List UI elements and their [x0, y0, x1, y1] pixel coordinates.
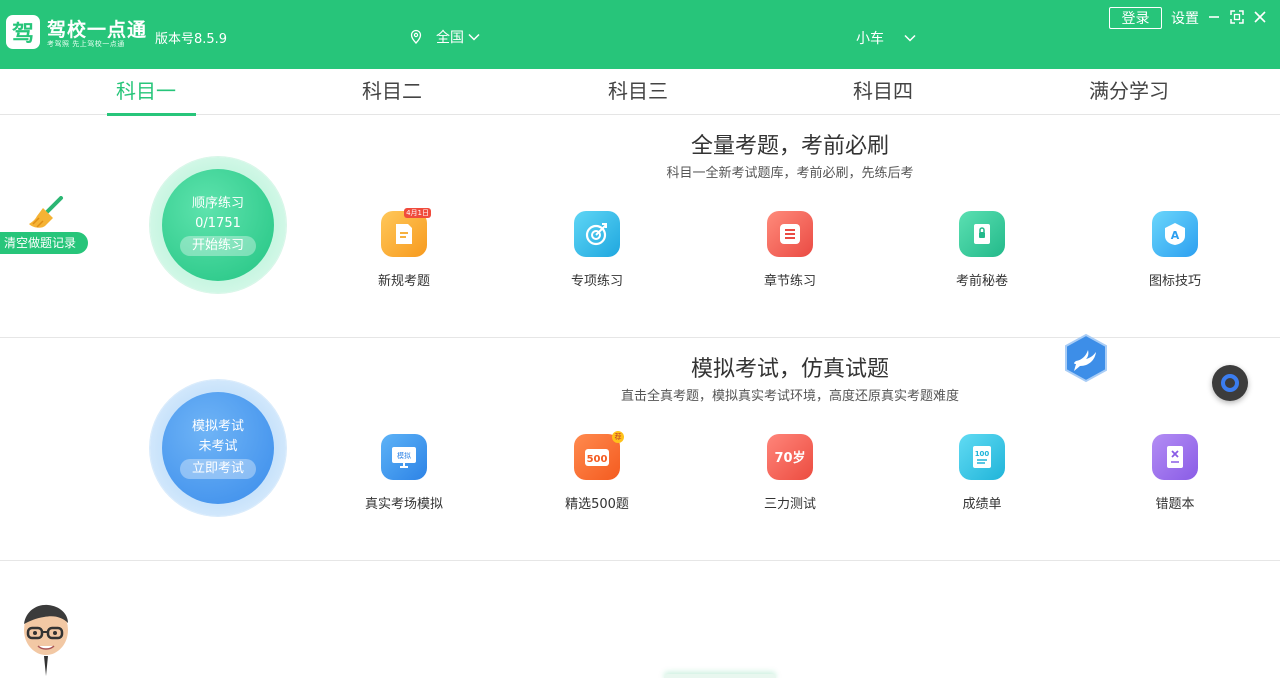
feature-new-rules[interactable]: 4月1日 新规考题 — [354, 208, 454, 289]
fullscreen-icon[interactable] — [1229, 9, 1245, 25]
list-icon — [767, 211, 813, 257]
clear-record-button[interactable]: 清空做题记录 — [0, 232, 88, 254]
exam-subtitle: 直击全真考题，模拟真实考试环境，高度还原真实考题难度 — [620, 389, 959, 404]
app-logo: 驾 — [6, 15, 40, 49]
vehicle-label: 小车 — [856, 31, 884, 47]
tab-subject-2[interactable]: 科目二 — [322, 69, 462, 115]
broom-icon — [29, 196, 63, 228]
doc-icon: 4月1日 — [381, 208, 431, 257]
bottom-section-edge — [664, 674, 776, 678]
bird-float-icon[interactable] — [1063, 333, 1109, 383]
svg-text:100: 100 — [975, 450, 990, 458]
feature-label: 章节练习 — [763, 274, 816, 289]
date-badge: 4月1日 — [404, 208, 431, 218]
feature-label: 新规考题 — [377, 274, 430, 289]
feature-label: 图标技巧 — [1148, 274, 1201, 289]
feature-label: 三力测试 — [763, 497, 816, 512]
tab-subject-3[interactable]: 科目三 — [568, 69, 708, 115]
title-bar: 驾 驾校一点通 考驾照 先上驾校一点通 版本号8.5.9 全国 小车 登录 设置 — [0, 0, 1280, 69]
feature-label: 真实考场模拟 — [364, 497, 443, 512]
monitor-icon: 模拟 — [381, 434, 427, 480]
feature-three-ability-test[interactable]: 70岁 三力测试 — [740, 434, 840, 512]
svg-text:模拟: 模拟 — [397, 451, 411, 460]
tab-subject-4[interactable]: 科目四 — [813, 69, 953, 115]
sequential-practice-circle[interactable]: 顺序练习 0/1751 开始练习 — [150, 157, 286, 293]
assistant-float-button[interactable] — [1212, 365, 1248, 401]
feature-score-card[interactable]: 100 成绩单 — [932, 434, 1032, 512]
feature-secret-paper[interactable]: 考前秘卷 — [932, 211, 1032, 289]
chevron-down-icon — [904, 34, 916, 42]
feature-label: 专项练习 — [570, 274, 623, 289]
progress-count: 0/1751 — [195, 216, 241, 231]
wrong-book-icon — [1152, 434, 1198, 480]
start-practice-button[interactable]: 开始练习 — [179, 236, 256, 256]
region-selector[interactable]: 全国 — [408, 27, 480, 47]
tab-full-score[interactable]: 满分学习 — [1059, 69, 1199, 115]
brand-name: 驾校一点通 — [47, 19, 148, 41]
exam-status: 未考试 — [198, 439, 238, 454]
feature-sign-tips[interactable]: A 图标技巧 — [1125, 211, 1225, 289]
sequential-practice-inner: 顺序练习 0/1751 开始练习 — [162, 169, 274, 281]
mock-exam-inner: 模拟考试 未考试 立即考试 — [162, 392, 274, 504]
feature-label: 成绩单 — [962, 497, 1002, 512]
close-icon[interactable] — [1252, 9, 1268, 25]
svg-text:500: 500 — [587, 454, 608, 465]
feature-label: 精选500题 — [565, 497, 629, 512]
feature-selected-500[interactable]: 500 荐 精选500题 — [547, 431, 647, 512]
mock-exam-circle[interactable]: 模拟考试 未考试 立即考试 — [150, 380, 286, 516]
secret-paper-icon — [959, 211, 1005, 257]
sign-icon: A — [1152, 211, 1198, 257]
vehicle-selector[interactable]: 小车 — [856, 28, 916, 48]
practice-subtitle: 科目一全新考试题库，考前必刷，先练后考 — [666, 166, 914, 181]
brand-slogan: 考驾照 先上驾校一点通 — [47, 40, 125, 48]
logo-char: 驾 — [11, 22, 34, 47]
version-label: 版本号8.5.9 — [155, 32, 228, 47]
tab-subject-1[interactable]: 科目一 — [76, 69, 216, 116]
feature-chapter-practice[interactable]: 章节练习 — [740, 211, 840, 289]
500-icon: 500 荐 — [574, 431, 624, 480]
svg-text:70岁: 70岁 — [774, 450, 805, 466]
age70-icon: 70岁 — [767, 434, 813, 480]
score-card-icon: 100 — [959, 434, 1005, 480]
feature-wrong-book[interactable]: 错题本 — [1125, 434, 1225, 512]
feature-label: 错题本 — [1155, 497, 1195, 512]
target-icon — [574, 211, 620, 257]
region-label: 全国 — [436, 30, 464, 46]
teacher-avatar[interactable] — [16, 602, 76, 678]
chevron-down-icon — [468, 33, 480, 41]
ring-icon — [1221, 374, 1239, 392]
login-button[interactable]: 登录 — [1109, 7, 1162, 29]
subject-tabs: 科目一 科目二 科目三 科目四 满分学习 — [0, 69, 1280, 116]
circle-title: 模拟考试 — [191, 419, 244, 434]
feature-real-exam-sim[interactable]: 模拟 真实考场模拟 — [354, 434, 454, 512]
minimize-icon[interactable] — [1206, 9, 1222, 25]
exam-title: 模拟考试，仿真试题 — [690, 357, 889, 382]
start-exam-button[interactable]: 立即考试 — [179, 459, 256, 479]
settings-button[interactable]: 设置 — [1171, 8, 1199, 28]
recommend-badge: 荐 — [612, 431, 624, 443]
location-pin-icon — [410, 29, 422, 44]
practice-title: 全量考题，考前必刷 — [690, 134, 889, 159]
circle-title: 顺序练习 — [191, 196, 244, 211]
feature-label: 考前秘卷 — [955, 274, 1008, 289]
practice-section: 全量考题，考前必刷 科目一全新考试题库，考前必刷，先练后考 顺序练习 0/175… — [0, 115, 1280, 338]
svg-text:A: A — [1171, 229, 1180, 242]
feature-special-practice[interactable]: 专项练习 — [547, 211, 647, 289]
